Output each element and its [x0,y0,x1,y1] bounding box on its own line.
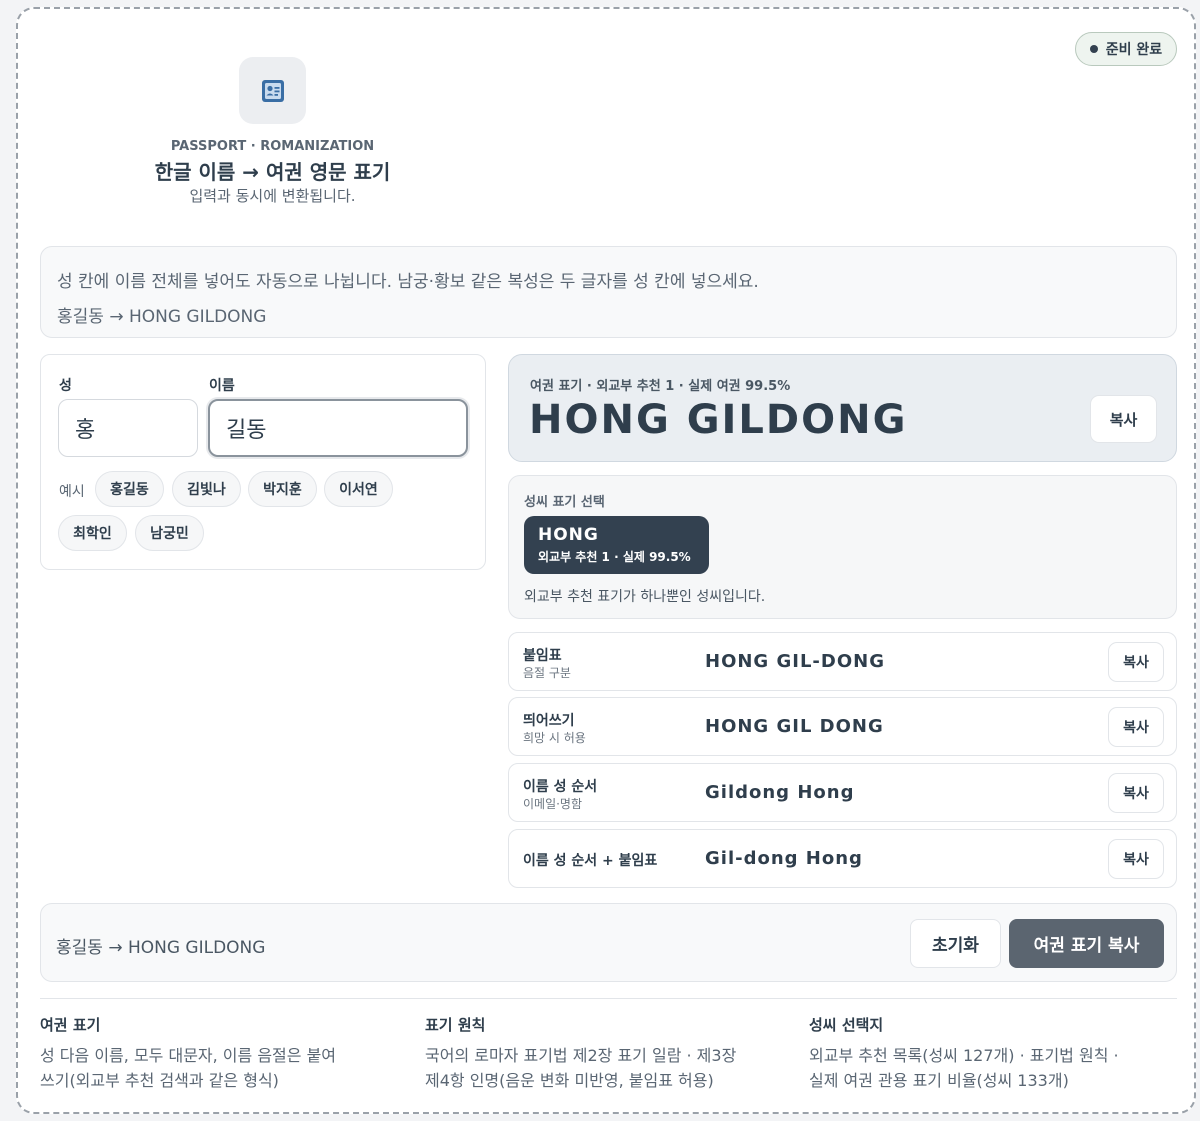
given-name-input[interactable] [208,399,468,457]
name-input-card: 성 이름 예시 홍길동 김빛나 박지훈 이서연 최학인 남궁민 [40,354,486,570]
surname-select-note: 외교부 추천 표기가 하나뿐인 성씨입니다. [524,589,766,605]
footer-text-2: 실제 여권 관용 표기 비율(성씨 133개) [809,1071,1069,1090]
examples-label: 예시 [59,484,85,500]
status-badge: 준비 완료 [1075,32,1177,66]
example-chip-6[interactable]: 남궁민 [135,515,204,551]
variant-row-given-first-hyphen: 이름 성 순서 + 붙임표 Gil-dong Hong 복사 [508,829,1177,888]
footer-title: 표기 원칙 [425,1016,486,1034]
footer-text-1: 국어의 로마자 표기법 제2장 표기 일람 · 제3장 [425,1046,737,1065]
variant-value: HONG GIL DONG [705,716,884,737]
variant-value: Gil-dong Hong [705,848,863,869]
surname-option-name: HONG [538,525,599,545]
variant-copy-button[interactable]: 복사 [1108,773,1164,813]
variant-copy-button[interactable]: 복사 [1108,839,1164,879]
surname-option-sub: 외교부 추천 1 · 실제 99.5% [538,550,691,564]
result-copy-button[interactable]: 복사 [1090,395,1157,443]
variant-label: 붙임표 [523,648,562,664]
info-notice: 성 칸에 이름 전체를 넣어도 자동으로 나뉩니다. 남궁·황보 같은 복성은 … [40,246,1177,338]
variant-value: Gildong Hong [705,782,855,803]
variant-sub: 이메일·명함 [523,797,583,811]
variant-sub: 음절 구분 [523,666,571,680]
footer-text-2: 제4항 인명(음운 변화 미반영, 붙임표 허용) [425,1071,714,1090]
footer-text-1: 외교부 추천 목록(성씨 127개) · 표기법 원칙 · [809,1046,1119,1065]
variant-label: 띄어쓰기 [523,713,575,729]
example-chip-2[interactable]: 김빛나 [172,471,241,507]
variant-copy-button[interactable]: 복사 [1108,642,1164,682]
passport-icon [261,79,284,102]
passport-logo [239,57,306,124]
footer-text-2: 쓰기(외교부 추천 검색과 같은 형식) [40,1071,279,1090]
page-title: 한글 이름 → 여권 영문 표기 [154,160,391,184]
footer-divider [40,998,1177,999]
variant-sub: 희망 시 허용 [523,731,586,745]
example-chip-4[interactable]: 이서연 [324,471,393,507]
status-label: 준비 완료 [1105,42,1163,58]
surname-label: 성 [59,378,72,394]
variant-row-given-first: 이름 성 순서 이메일·명함 Gildong Hong 복사 [508,763,1177,822]
variant-label: 이름 성 순서 [523,779,598,795]
surname-input[interactable] [58,399,198,457]
footer-title: 여권 표기 [40,1016,101,1034]
given-name-label: 이름 [209,378,235,394]
status-dot-icon [1089,45,1098,53]
example-chip-5[interactable]: 최학인 [58,515,127,551]
example-chip-3[interactable]: 박지훈 [248,471,317,507]
example-chip-1[interactable]: 홍길동 [95,471,164,507]
page-kicker: PASSPORT · ROMANIZATION [170,139,375,154]
variant-row-space: 띄어쓰기 희망 시 허용 HONG GIL DONG 복사 [508,697,1177,756]
variant-value: HONG GIL-DONG [705,651,885,672]
action-summary: 홍길동 → HONG GILDONG [56,938,266,958]
result-value: HONG GILDONG [529,397,908,443]
notice-line-1: 성 칸에 이름 전체를 넣어도 자동으로 나뉩니다. 남궁·황보 같은 복성은 … [57,272,759,292]
variant-label: 이름 성 순서 + 붙임표 [523,853,658,869]
footer-text-1: 성 다음 이름, 모두 대문자, 이름 음절은 붙여 [40,1046,337,1065]
page-subtitle: 입력과 동시에 변환됩니다. [189,187,356,205]
footer-title: 성씨 선택지 [809,1016,884,1034]
footer-col-surname: 성씨 선택지 외교부 추천 목록(성씨 127개) · 표기법 원칙 · 실제 … [809,1014,1179,1093]
notice-line-2: 홍길동 → HONG GILDONG [57,307,267,327]
result-card: 여권 표기 · 외교부 추천 1 · 실제 여권 99.5% HONG GILD… [508,354,1177,462]
action-bar: 홍길동 → HONG GILDONG 초기화 여권 표기 복사 [40,903,1177,982]
footer-col-principle: 표기 원칙 국어의 로마자 표기법 제2장 표기 일람 · 제3장 제4항 인명… [425,1014,795,1093]
surname-select-card: 성씨 표기 선택 HONG 외교부 추천 1 · 실제 99.5% 외교부 추천… [508,475,1177,619]
footer-col-passport: 여권 표기 성 다음 이름, 모두 대문자, 이름 음절은 붙여 쓰기(외교부 … [40,1014,410,1093]
variant-copy-button[interactable]: 복사 [1108,707,1164,747]
result-caption: 여권 표기 · 외교부 추천 1 · 실제 여권 99.5% [530,379,791,394]
copy-passport-button[interactable]: 여권 표기 복사 [1009,919,1164,968]
reset-button[interactable]: 초기화 [910,919,1001,968]
variant-row-hyphen: 붙임표 음절 구분 HONG GIL-DONG 복사 [508,632,1177,691]
surname-select-caption: 성씨 표기 선택 [524,495,605,510]
surname-option-hong[interactable]: HONG 외교부 추천 1 · 실제 99.5% [524,516,709,574]
